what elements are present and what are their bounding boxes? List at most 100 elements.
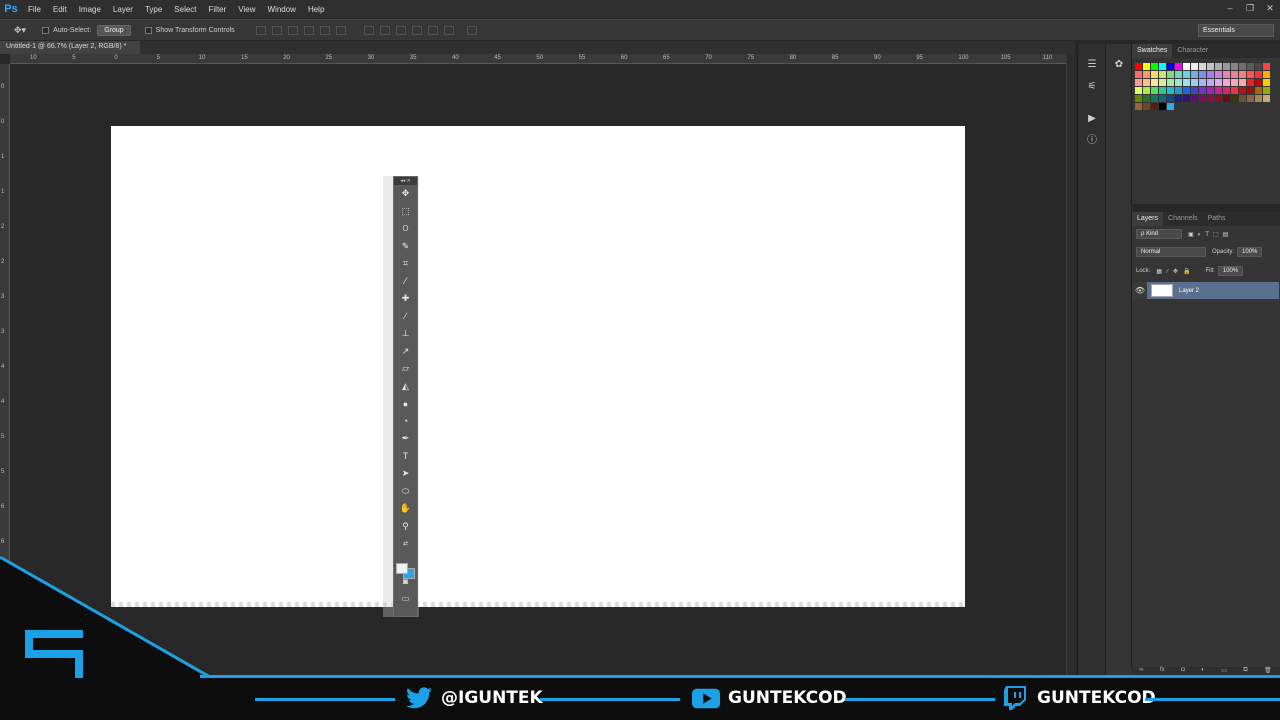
stamp-icon[interactable]: ⊥: [394, 325, 417, 343]
actions-play-icon[interactable]: ▶: [1078, 108, 1106, 130]
dodge-icon[interactable]: ◔: [394, 413, 417, 431]
color-panel-icon[interactable]: ✿: [1106, 54, 1132, 76]
color-swatch[interactable]: [1247, 71, 1254, 78]
color-swatch[interactable]: [1239, 95, 1246, 102]
foreground-color-swatch[interactable]: [396, 563, 408, 574]
auto-select-dropdown[interactable]: Group: [97, 24, 131, 36]
color-swatch[interactable]: [1223, 79, 1230, 86]
move-tool-preset-icon[interactable]: ✥▾: [14, 25, 26, 36]
menu-select[interactable]: Select: [168, 5, 202, 14]
layer-filter-icons[interactable]: ▣◐T⬚▤: [1188, 231, 1232, 238]
color-swatch[interactable]: [1247, 95, 1254, 102]
align-bottom-icon[interactable]: [287, 25, 298, 35]
color-swatch[interactable]: [1215, 71, 1222, 78]
color-swatch[interactable]: [1167, 95, 1174, 102]
zoom-icon[interactable]: ⚲: [394, 518, 417, 536]
color-swatch[interactable]: [1143, 63, 1150, 70]
tab-paths[interactable]: Paths: [1203, 212, 1231, 226]
document-canvas[interactable]: [111, 126, 965, 607]
color-swatch[interactable]: [1215, 79, 1222, 86]
hand-icon[interactable]: ✋: [394, 500, 417, 518]
move-icon[interactable]: ✥: [394, 185, 417, 203]
color-swatch[interactable]: [1175, 79, 1182, 86]
color-swatch[interactable]: [1231, 95, 1238, 102]
color-swatch[interactable]: [1207, 95, 1214, 102]
color-swatch[interactable]: [1247, 87, 1254, 94]
tools-panel-header[interactable]: ◂◂ ✕: [394, 177, 417, 185]
color-swatch[interactable]: [1159, 103, 1166, 110]
menu-image[interactable]: Image: [73, 5, 107, 14]
quick-select-icon[interactable]: ✎: [394, 238, 417, 256]
auto-align-icon[interactable]: [466, 25, 477, 35]
show-transform-checkbox[interactable]: [144, 26, 152, 34]
color-swatch[interactable]: [1143, 87, 1150, 94]
color-swatch[interactable]: [1151, 79, 1158, 86]
brush-icon[interactable]: ∕: [394, 308, 417, 326]
color-swatch[interactable]: [1215, 95, 1222, 102]
menu-help[interactable]: Help: [302, 5, 330, 14]
color-swatch[interactable]: [1191, 87, 1198, 94]
healing-icon[interactable]: ✚: [394, 290, 417, 308]
color-swatch[interactable]: [1239, 87, 1246, 94]
color-swatch[interactable]: [1247, 63, 1254, 70]
color-swatch[interactable]: [1255, 63, 1262, 70]
align-right-icon[interactable]: [335, 25, 346, 35]
color-swatch[interactable]: [1191, 95, 1198, 102]
color-swatch[interactable]: [1231, 71, 1238, 78]
color-swatch[interactable]: [1191, 71, 1198, 78]
color-swatch[interactable]: [1191, 63, 1198, 70]
color-swatch[interactable]: [1143, 95, 1150, 102]
color-swatch[interactable]: [1263, 87, 1270, 94]
menu-view[interactable]: View: [232, 5, 261, 14]
distribute-left-icon[interactable]: [411, 25, 422, 35]
minimize-button[interactable]: –: [1220, 0, 1240, 16]
screen-mode-icon[interactable]: ▭: [394, 590, 417, 608]
color-swatch[interactable]: [1255, 87, 1262, 94]
color-swatch[interactable]: [1183, 87, 1190, 94]
color-swatch[interactable]: [1135, 63, 1142, 70]
distribute-top-icon[interactable]: [363, 25, 374, 35]
tab-swatches[interactable]: Swatches: [1132, 44, 1173, 58]
distribute-bottom-icon[interactable]: [395, 25, 406, 35]
fill-input[interactable]: 100%: [1217, 266, 1244, 276]
color-swatch[interactable]: [1135, 87, 1142, 94]
layer-filter-dropdown[interactable]: ρ Kind: [1136, 229, 1182, 239]
color-swatch[interactable]: [1183, 95, 1190, 102]
menu-type[interactable]: Type: [139, 5, 168, 14]
layer-name[interactable]: Layer 2: [1179, 288, 1199, 294]
document-tab[interactable]: Untitled-1 @ 66.7% (Layer 2, RGB/8) *: [0, 41, 140, 54]
color-swatch[interactable]: [1135, 79, 1142, 86]
pen-icon[interactable]: ✒: [394, 430, 417, 448]
color-swatch[interactable]: [1263, 71, 1270, 78]
color-swatch[interactable]: [1239, 71, 1246, 78]
color-swatch[interactable]: [1159, 71, 1166, 78]
menu-edit[interactable]: Edit: [47, 5, 73, 14]
type-icon[interactable]: T: [394, 448, 417, 466]
color-swatch[interactable]: [1263, 63, 1270, 70]
eye-icon[interactable]: 👁: [1133, 282, 1147, 299]
color-swatch[interactable]: [1207, 79, 1214, 86]
color-swatch[interactable]: [1207, 71, 1214, 78]
path-select-icon[interactable]: ➤: [394, 465, 417, 483]
color-swatch[interactable]: [1167, 63, 1174, 70]
color-swatch[interactable]: [1175, 87, 1182, 94]
swap-colors-icon[interactable]: ⇄: [394, 535, 417, 553]
menu-filter[interactable]: Filter: [203, 5, 233, 14]
color-swatch[interactable]: [1247, 79, 1254, 86]
color-swatch[interactable]: [1167, 103, 1174, 110]
color-swatch[interactable]: [1255, 71, 1262, 78]
color-swatch[interactable]: [1191, 79, 1198, 86]
color-swatch[interactable]: [1199, 79, 1206, 86]
workspace-dropdown[interactable]: Essentials: [1198, 24, 1274, 37]
color-swatch[interactable]: [1143, 79, 1150, 86]
color-swatch[interactable]: [1223, 95, 1230, 102]
color-swatch[interactable]: [1207, 87, 1214, 94]
color-swatch[interactable]: [1199, 87, 1206, 94]
color-swatch[interactable]: [1231, 63, 1238, 70]
color-swatch[interactable]: [1175, 63, 1182, 70]
tab-layers[interactable]: Layers: [1132, 212, 1164, 226]
color-swatch[interactable]: [1151, 103, 1158, 110]
color-swatch[interactable]: [1183, 79, 1190, 86]
color-swatch[interactable]: [1223, 87, 1230, 94]
align-vcenter-icon[interactable]: [271, 25, 282, 35]
